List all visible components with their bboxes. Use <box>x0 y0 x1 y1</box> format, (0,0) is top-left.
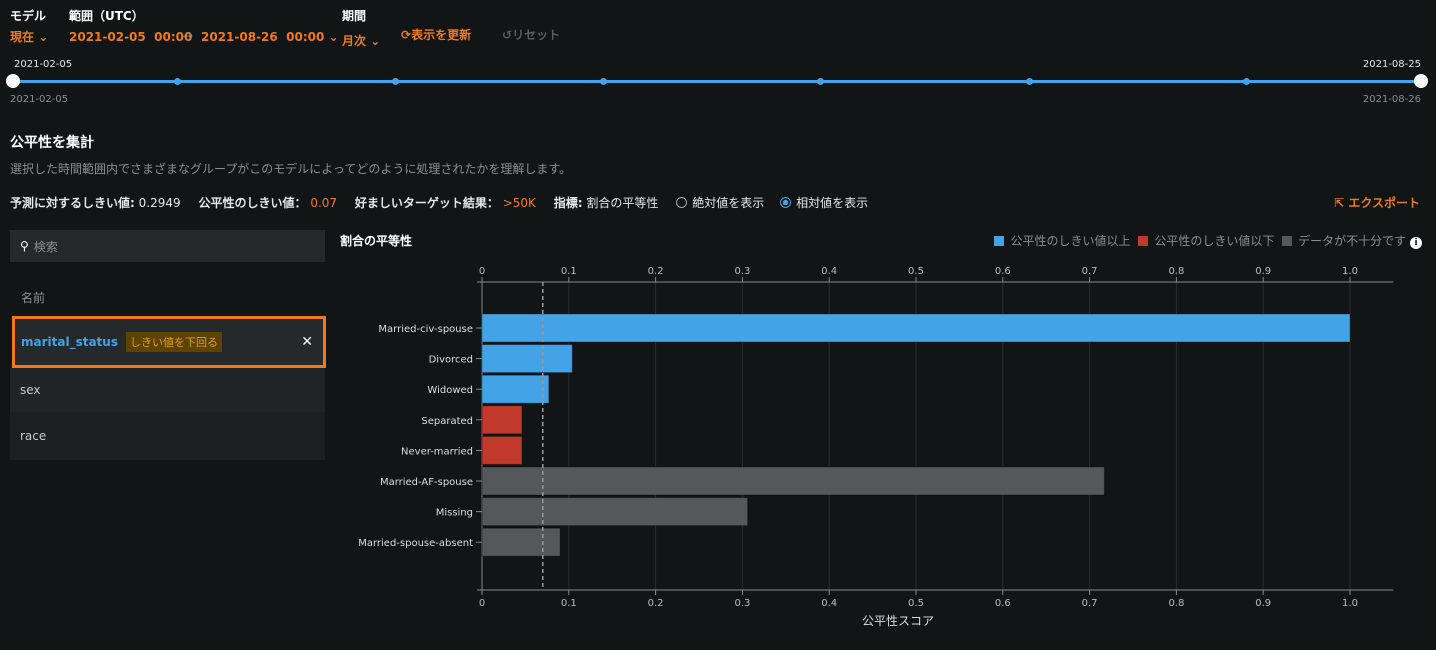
x-tick-label-bottom: 1.0 <box>1342 598 1358 609</box>
x-tick-label-top: 1.0 <box>1342 266 1358 277</box>
x-tick-label-bottom: 0.9 <box>1255 598 1271 609</box>
x-tick-label-top: 0.8 <box>1168 266 1184 277</box>
y-tick-label: Widowed <box>427 385 473 396</box>
x-tick-label-top: 0 <box>479 266 485 277</box>
x-tick-label-top: 0.6 <box>995 266 1011 277</box>
x-axis-label: 公平性スコア <box>862 614 935 628</box>
bar-chart: 0 0 0.1 0.1 0.2 0.2 0.3 0.3 0.4 0.4 0.5 0.5 0.6 0.6 0.… <box>358 266 1394 609</box>
x-tick-label-top: 0.9 <box>1255 266 1271 277</box>
x-tick-label-top: 0.3 <box>734 266 750 277</box>
x-tick-label-bottom: 0.7 <box>1082 598 1098 609</box>
bar-separated <box>481 405 523 435</box>
bar-married-af-spouse <box>481 466 1105 496</box>
y-tick-label: Married-spouse-absent <box>358 538 473 549</box>
y-tick-label: Divorced <box>429 355 473 366</box>
bar-widowed <box>481 374 550 404</box>
bar-married-spouse-absent <box>481 527 561 557</box>
x-tick-label-bottom: 0.6 <box>995 598 1011 609</box>
y-tick-label: Missing <box>436 508 473 519</box>
x-tick-label-top: 0.1 <box>561 266 577 277</box>
x-tick-label-bottom: 0.1 <box>561 598 577 609</box>
x-tick-label-bottom: 0 <box>479 598 485 609</box>
x-tick-label-bottom: 0.3 <box>734 598 750 609</box>
x-tick-label-bottom: 0.8 <box>1168 598 1184 609</box>
bar-missing <box>481 497 749 527</box>
y-tick-label: Married-civ-spouse <box>378 324 473 335</box>
x-tick-label-top: 0.2 <box>648 266 664 277</box>
y-tick-label: Married-AF-spouse <box>380 477 473 488</box>
x-tick-label-bottom: 0.5 <box>908 598 924 609</box>
x-tick-label-top: 0.5 <box>908 266 924 277</box>
y-tick-label: Never-married <box>401 446 473 457</box>
x-tick-label-bottom: 0.4 <box>821 598 837 609</box>
bar-married-civ-spouse <box>481 313 1351 343</box>
x-tick-label-top: 0.4 <box>821 266 837 277</box>
x-tick-label-bottom: 0.2 <box>648 598 664 609</box>
bar-divorced <box>481 344 573 374</box>
y-tick-label: Separated <box>421 416 473 427</box>
bar-never-married <box>481 435 523 465</box>
x-tick-label-top: 0.7 <box>1082 266 1098 277</box>
